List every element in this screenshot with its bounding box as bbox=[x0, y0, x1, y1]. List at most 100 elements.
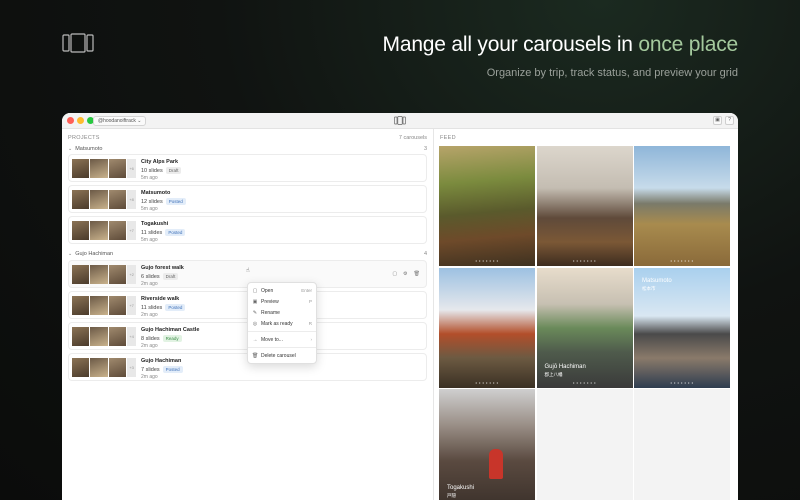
group-count: 3 bbox=[423, 146, 427, 152]
hero-title-accent: once place bbox=[638, 33, 738, 56]
tile-caption: Matsumoto 松本市 bbox=[642, 278, 672, 292]
menu-label: Rename bbox=[261, 309, 280, 316]
card-title: Togakushi bbox=[141, 221, 169, 227]
menu-item-delete[interactable]: 🗑 Delete carousel bbox=[248, 350, 316, 361]
hero-title-main: Mange all your carousels in bbox=[382, 33, 639, 56]
menu-item-open[interactable]: ▢ Open Enter bbox=[248, 285, 316, 296]
minimize-button[interactable] bbox=[77, 117, 84, 124]
menu-divider bbox=[248, 347, 316, 348]
projects-count: 7 carousels bbox=[398, 135, 427, 141]
trash-icon[interactable]: 🗑 bbox=[414, 271, 420, 277]
card-timestamp: 2m ago bbox=[141, 343, 158, 349]
check-circle-icon: ◎ bbox=[252, 320, 258, 327]
caption-title: Togakushi bbox=[447, 485, 475, 491]
shortcut-label: R bbox=[308, 321, 312, 326]
tile-caption: Gujō Hachiman 郡上八幡 bbox=[545, 364, 586, 378]
feed-tile[interactable]: Matsumoto 松本市 • • • • • • • bbox=[634, 267, 730, 388]
card-title: City Alps Park bbox=[141, 159, 179, 165]
window-controls bbox=[67, 117, 94, 124]
card-title: Gujo Hachiman Castle bbox=[141, 327, 200, 333]
carousel-dots: • • • • • • • bbox=[475, 379, 499, 385]
carousel-dots: • • • • • • • bbox=[670, 258, 694, 263]
app-logo-icon bbox=[62, 33, 94, 53]
status-badge: Draft bbox=[165, 167, 182, 174]
caption-subtitle: 戸隠 bbox=[447, 493, 456, 498]
extra-count: +3 bbox=[127, 358, 136, 377]
project-card[interactable]: +7 Togakushi 11 slides Posted 5m ago bbox=[68, 216, 427, 244]
help-button[interactable]: ? bbox=[725, 116, 734, 125]
arrow-right-icon: → bbox=[252, 336, 258, 343]
slide-count: 10 slides bbox=[141, 167, 163, 174]
hero-title: Mange all your carousels in once place bbox=[382, 33, 739, 57]
feed-panel: FEED • • • • • • • • • • • • • • • • • •… bbox=[434, 129, 738, 500]
carousel-icon bbox=[394, 116, 406, 125]
caption-subtitle: 郡上八幡 bbox=[544, 371, 563, 377]
feed-empty-slot bbox=[536, 389, 633, 500]
settings-icon[interactable]: ⚙ bbox=[403, 271, 407, 277]
project-card[interactable]: +6 City Alps Park 10 slides Draft 5m ago bbox=[68, 154, 427, 182]
extra-count: +7 bbox=[127, 221, 136, 240]
menu-item-preview[interactable]: ▣ Preview P bbox=[248, 296, 316, 307]
status-badge: Posted bbox=[162, 366, 183, 373]
context-menu: ▢ Open Enter ▣ Preview P ✎ Rename ◎ Mark as re… bbox=[247, 282, 317, 364]
slide-thumbnails: +8 bbox=[72, 190, 136, 209]
preview-icon: ▣ bbox=[252, 298, 258, 305]
feed-tile[interactable]: Togakushi 戸隠 bbox=[439, 389, 535, 500]
account-selector[interactable]: @hoodanoiftrack ⌄ bbox=[93, 116, 147, 126]
menu-label: Mark as ready bbox=[261, 320, 293, 327]
group-matsumoto[interactable]: ⌄ Matsumoto 3 bbox=[68, 146, 427, 152]
slide-thumbnails: +7 bbox=[72, 221, 136, 240]
menu-item-rename[interactable]: ✎ Rename bbox=[248, 307, 316, 318]
status-badge: Posted bbox=[165, 229, 186, 236]
sidebar-toggle-button[interactable]: ▣ bbox=[713, 116, 722, 125]
chevron-down-icon: ⌄ bbox=[68, 146, 73, 152]
group-name: Gujo Hachiman bbox=[75, 251, 114, 257]
slide-count: 6 slides bbox=[141, 273, 160, 280]
trash-icon: 🗑 bbox=[252, 352, 259, 359]
slide-thumbnails: +3 bbox=[72, 358, 136, 377]
card-timestamp: 2m ago bbox=[141, 312, 158, 318]
card-title: Riverside walk bbox=[141, 296, 180, 302]
titlebar: @hoodanoiftrack ⌄ ▣ ? bbox=[62, 113, 738, 129]
pencil-icon: ✎ bbox=[252, 309, 258, 316]
card-timestamp: 5m ago bbox=[141, 206, 158, 212]
feed-tile[interactable]: Gujō Hachiman 郡上八幡 • • • • • • • bbox=[536, 267, 633, 388]
status-badge: Posted bbox=[165, 198, 186, 205]
feed-tile[interactable]: • • • • • • • bbox=[536, 146, 633, 266]
caption-title: Matsumoto bbox=[642, 277, 672, 284]
feed-header: FEED bbox=[440, 135, 456, 141]
project-card[interactable]: +8 Matsumoto 12 slides Posted 5m ago bbox=[68, 185, 427, 213]
slide-count: 11 slides bbox=[141, 229, 163, 236]
extra-count: +2 bbox=[127, 265, 136, 284]
extra-count: +8 bbox=[127, 190, 136, 209]
slide-count: 12 slides bbox=[141, 198, 163, 205]
menu-divider bbox=[248, 331, 316, 332]
close-button[interactable] bbox=[67, 117, 74, 124]
slide-thumbnails: +4 bbox=[72, 327, 136, 346]
feed-tile[interactable]: • • • • • • • bbox=[634, 146, 730, 266]
pointer-cursor-icon: ☝ bbox=[246, 268, 250, 274]
hero-subtitle: Organize by trip, track status, and prev… bbox=[486, 67, 738, 79]
chevron-right-icon: › bbox=[310, 337, 313, 342]
preview-icon[interactable]: ▢ bbox=[392, 271, 397, 277]
feed-grid: • • • • • • • • • • • • • • • • • • • • … bbox=[439, 146, 730, 500]
card-timestamp: 2m ago bbox=[141, 374, 158, 380]
slide-count: 7 slides bbox=[141, 366, 160, 373]
projects-header: PROJECTS bbox=[68, 135, 100, 141]
group-gujo-hachiman[interactable]: ⌄ Gujo Hachiman 4 bbox=[68, 251, 427, 257]
carousel-dots: • • • • • • • bbox=[573, 258, 596, 263]
menu-item-mark-ready[interactable]: ◎ Mark as ready R bbox=[248, 318, 316, 329]
menu-label: Move to... bbox=[261, 336, 283, 343]
menu-item-move-to[interactable]: → Move to... › bbox=[248, 334, 316, 345]
extra-count: +7 bbox=[127, 296, 136, 315]
slide-thumbnails: +6 bbox=[72, 159, 136, 178]
feed-tile[interactable]: • • • • • • • bbox=[439, 146, 535, 266]
shortcut-label: P bbox=[308, 299, 312, 304]
card-title: Matsumoto bbox=[141, 190, 171, 196]
status-badge: Draft bbox=[162, 273, 179, 280]
feed-tile[interactable]: • • • • • • • bbox=[439, 267, 535, 388]
hiker-figure bbox=[489, 449, 503, 479]
menu-label: Delete carousel bbox=[261, 352, 296, 359]
group-count: 4 bbox=[423, 251, 427, 257]
status-badge: Ready bbox=[162, 335, 182, 342]
